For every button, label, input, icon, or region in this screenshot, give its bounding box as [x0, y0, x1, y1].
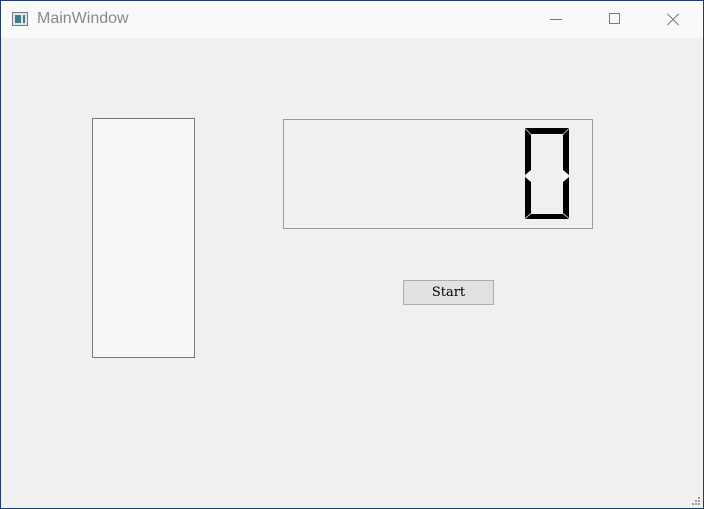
- lcd-segment-top: [525, 128, 569, 134]
- lcd-segment-upper-right: [563, 129, 569, 175]
- lcd-segment-bottom: [525, 214, 569, 219]
- close-icon[interactable]: [649, 1, 695, 38]
- lcd-number-display: 0: [283, 119, 593, 229]
- list-widget[interactable]: [92, 118, 195, 358]
- start-button[interactable]: Start: [403, 280, 494, 305]
- window-title: MainWindow: [37, 10, 129, 27]
- lcd-segment-lower-left: [525, 177, 531, 218]
- maximize-icon[interactable]: [591, 1, 637, 38]
- app-window-icon: [12, 12, 28, 26]
- lcd-digit-zero: [525, 128, 569, 219]
- resize-grip-icon[interactable]: [690, 495, 700, 505]
- lcd-segment-upper-left: [525, 129, 531, 175]
- lcd-segment-lower-right: [563, 177, 569, 218]
- title-bar[interactable]: MainWindow: [1, 1, 703, 39]
- minimize-icon[interactable]: [533, 1, 579, 38]
- main-window: MainWindow 0 Start: [0, 0, 704, 509]
